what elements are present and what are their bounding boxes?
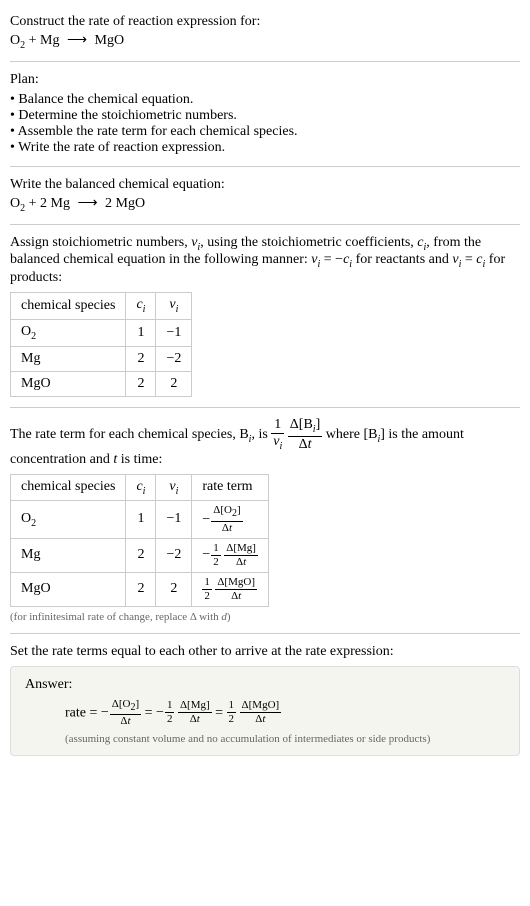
reaction-arrow-icon: ⟶ bbox=[77, 195, 97, 212]
header-section: Construct the rate of reaction expressio… bbox=[10, 8, 520, 57]
rateterm-section: The rate term for each chemical species,… bbox=[10, 412, 520, 629]
col-rate: rate term bbox=[192, 474, 269, 501]
divider bbox=[10, 407, 520, 408]
answer-label: Answer: bbox=[25, 677, 505, 693]
table-row: Mg 2 −2 bbox=[11, 346, 192, 371]
fraction: 12 bbox=[165, 700, 175, 725]
fraction: 12 bbox=[202, 577, 212, 602]
table-row: O2 1 −1 bbox=[11, 319, 192, 346]
prompt-text: Construct the rate of reaction expressio… bbox=[10, 14, 520, 30]
col-nu: νi bbox=[156, 293, 192, 320]
plan-list: Balance the chemical equation. Determine… bbox=[10, 92, 520, 156]
balanced-title: Write the balanced chemical equation: bbox=[10, 177, 520, 193]
species-o2: O2 bbox=[10, 33, 25, 48]
stoich-section: Assign stoichiometric numbers, νi, using… bbox=[10, 229, 520, 403]
table-row: MgO 2 2 12 Δ[MgO] Δt bbox=[11, 572, 269, 606]
table-row: Mg 2 −2 −12 Δ[Mg] Δt bbox=[11, 538, 269, 572]
divider bbox=[10, 166, 520, 167]
table-header-row: chemical species ci νi bbox=[11, 293, 192, 320]
species-o2: O2 bbox=[10, 196, 25, 211]
col-c: ci bbox=[126, 293, 156, 320]
plan-title: Plan: bbox=[10, 72, 520, 88]
rateterm-intro: The rate term for each chemical species,… bbox=[10, 418, 520, 468]
fraction: 12 bbox=[211, 543, 221, 568]
fraction: Δ[MgO] Δt bbox=[240, 700, 282, 725]
divider bbox=[10, 633, 520, 634]
answer-note: (assuming constant volume and no accumul… bbox=[25, 733, 505, 745]
table-header-row: chemical species ci νi rate term bbox=[11, 474, 269, 501]
final-title: Set the rate terms equal to each other t… bbox=[10, 644, 520, 660]
plan-item: Write the rate of reaction expression. bbox=[10, 140, 520, 156]
balanced-section: Write the balanced chemical equation: O2… bbox=[10, 171, 520, 220]
plan-section: Plan: Balance the chemical equation. Det… bbox=[10, 66, 520, 162]
fraction: Δ[MgO] Δt bbox=[215, 577, 257, 602]
fraction: Δ[O2] Δt bbox=[211, 505, 242, 533]
rateterm-table: chemical species ci νi rate term O2 1 −1… bbox=[10, 474, 269, 607]
answer-box: Answer: rate = − Δ[O2] Δt = −12 Δ[Mg] Δt… bbox=[10, 666, 520, 756]
col-species: chemical species bbox=[11, 474, 126, 501]
plan-item: Assemble the rate term for each chemical… bbox=[10, 124, 520, 140]
fraction: Δ[Mg] Δt bbox=[178, 700, 212, 725]
stoich-intro: Assign stoichiometric numbers, νi, using… bbox=[10, 235, 520, 287]
fraction: 12 bbox=[227, 700, 237, 725]
col-nu: νi bbox=[156, 474, 192, 501]
fraction: 1 νi bbox=[271, 418, 284, 452]
unbalanced-equation: O2 + Mg ⟶ MgO bbox=[10, 32, 520, 51]
rate-expression: rate = − Δ[O2] Δt = −12 Δ[Mg] Δt = 12 Δ[… bbox=[25, 699, 505, 727]
stoich-table: chemical species ci νi O2 1 −1 Mg 2 −2 M… bbox=[10, 292, 192, 397]
plan-item: Determine the stoichiometric numbers. bbox=[10, 108, 520, 124]
plan-item: Balance the chemical equation. bbox=[10, 92, 520, 108]
reaction-arrow-icon: ⟶ bbox=[67, 32, 87, 49]
final-section: Set the rate terms equal to each other t… bbox=[10, 638, 520, 762]
balanced-equation: O2 + 2 Mg ⟶ 2 MgO bbox=[10, 195, 520, 214]
fraction: Δ[Mg] Δt bbox=[224, 543, 258, 568]
fraction: Δ[Bi] Δt bbox=[288, 418, 322, 452]
rateterm-note: (for infinitesimal rate of change, repla… bbox=[10, 611, 520, 623]
col-species: chemical species bbox=[11, 293, 126, 320]
table-row: O2 1 −1 − Δ[O2] Δt bbox=[11, 501, 269, 538]
col-c: ci bbox=[126, 474, 156, 501]
divider bbox=[10, 61, 520, 62]
divider bbox=[10, 224, 520, 225]
table-row: MgO 2 2 bbox=[11, 371, 192, 396]
fraction: Δ[O2] Δt bbox=[110, 699, 141, 727]
